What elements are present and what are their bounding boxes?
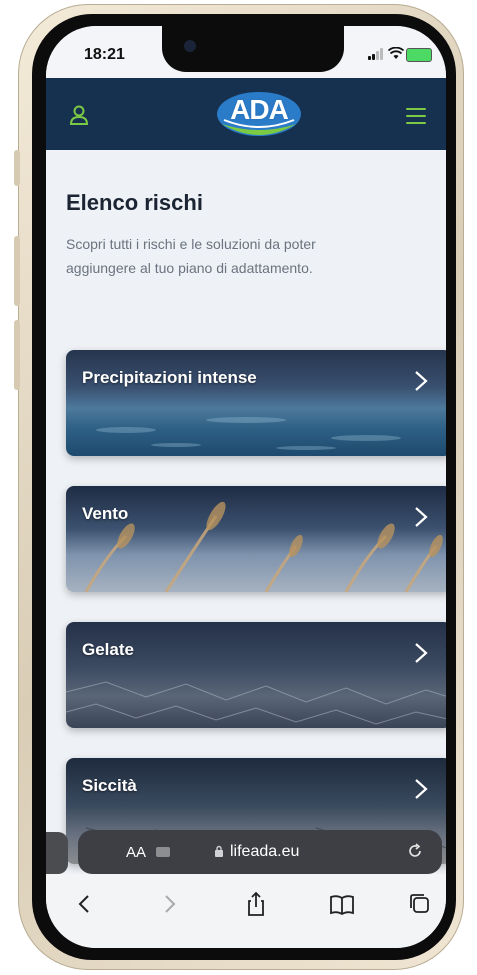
back-icon[interactable] [70,890,98,918]
chevron-right-icon [415,779,428,799]
page-title: Elenco rischi [66,190,203,215]
ada-logo[interactable]: ADA [214,90,304,142]
front-camera [184,40,196,52]
volume-up-button [14,236,20,306]
risk-card-gelate[interactable]: Gelate [66,622,446,728]
risk-card-label: Gelate [82,640,134,659]
risk-card-vento[interactable]: Vento [66,486,446,592]
extension-icon[interactable] [156,847,170,857]
rain-water-image [96,417,401,450]
battery-icon [406,48,432,62]
risk-card-label: Vento [82,504,129,523]
risk-card-precipitazioni[interactable]: Precipitazioni intense [66,350,446,456]
address-bar[interactable]: AA lifeada.eu [78,830,442,874]
reload-icon[interactable] [406,842,424,860]
url-text[interactable]: lifeada.eu [230,843,299,861]
signal-icon [368,48,384,60]
risk-card-label: Siccità [82,776,137,795]
frost-image [66,681,446,725]
screen: 18:21 ADA Elenco rischi Scopri tutti i r… [46,26,446,948]
lock-icon [215,845,223,857]
silent-switch [14,150,20,186]
tabs-icon[interactable] [406,890,434,918]
previous-tab-peek[interactable] [46,832,68,874]
browser-toolbar [46,874,446,948]
status-icons [368,47,432,62]
forward-icon[interactable] [156,890,184,918]
main-content: Elenco rischi Scopri tutti i rischi e le… [46,150,446,948]
bookmarks-icon[interactable] [328,890,356,918]
app-header: ADA [46,78,446,150]
chevron-right-icon [415,507,428,527]
volume-down-button [14,320,20,390]
logo-text: ADA [230,94,289,125]
chevron-right-icon [415,371,428,391]
reeds-image [84,501,443,592]
status-time: 18:21 [84,46,125,63]
text-size-button[interactable]: AA [126,844,146,861]
risk-card-label: Precipitazioni intense [82,368,257,387]
hamburger-menu-icon[interactable] [406,108,426,124]
user-icon[interactable] [68,104,90,126]
wifi-icon [388,47,404,59]
share-icon[interactable] [242,890,270,918]
page-subtitle: Scopri tutti i rischi e le soluzioni da … [66,236,316,276]
chevron-right-icon [415,643,428,663]
